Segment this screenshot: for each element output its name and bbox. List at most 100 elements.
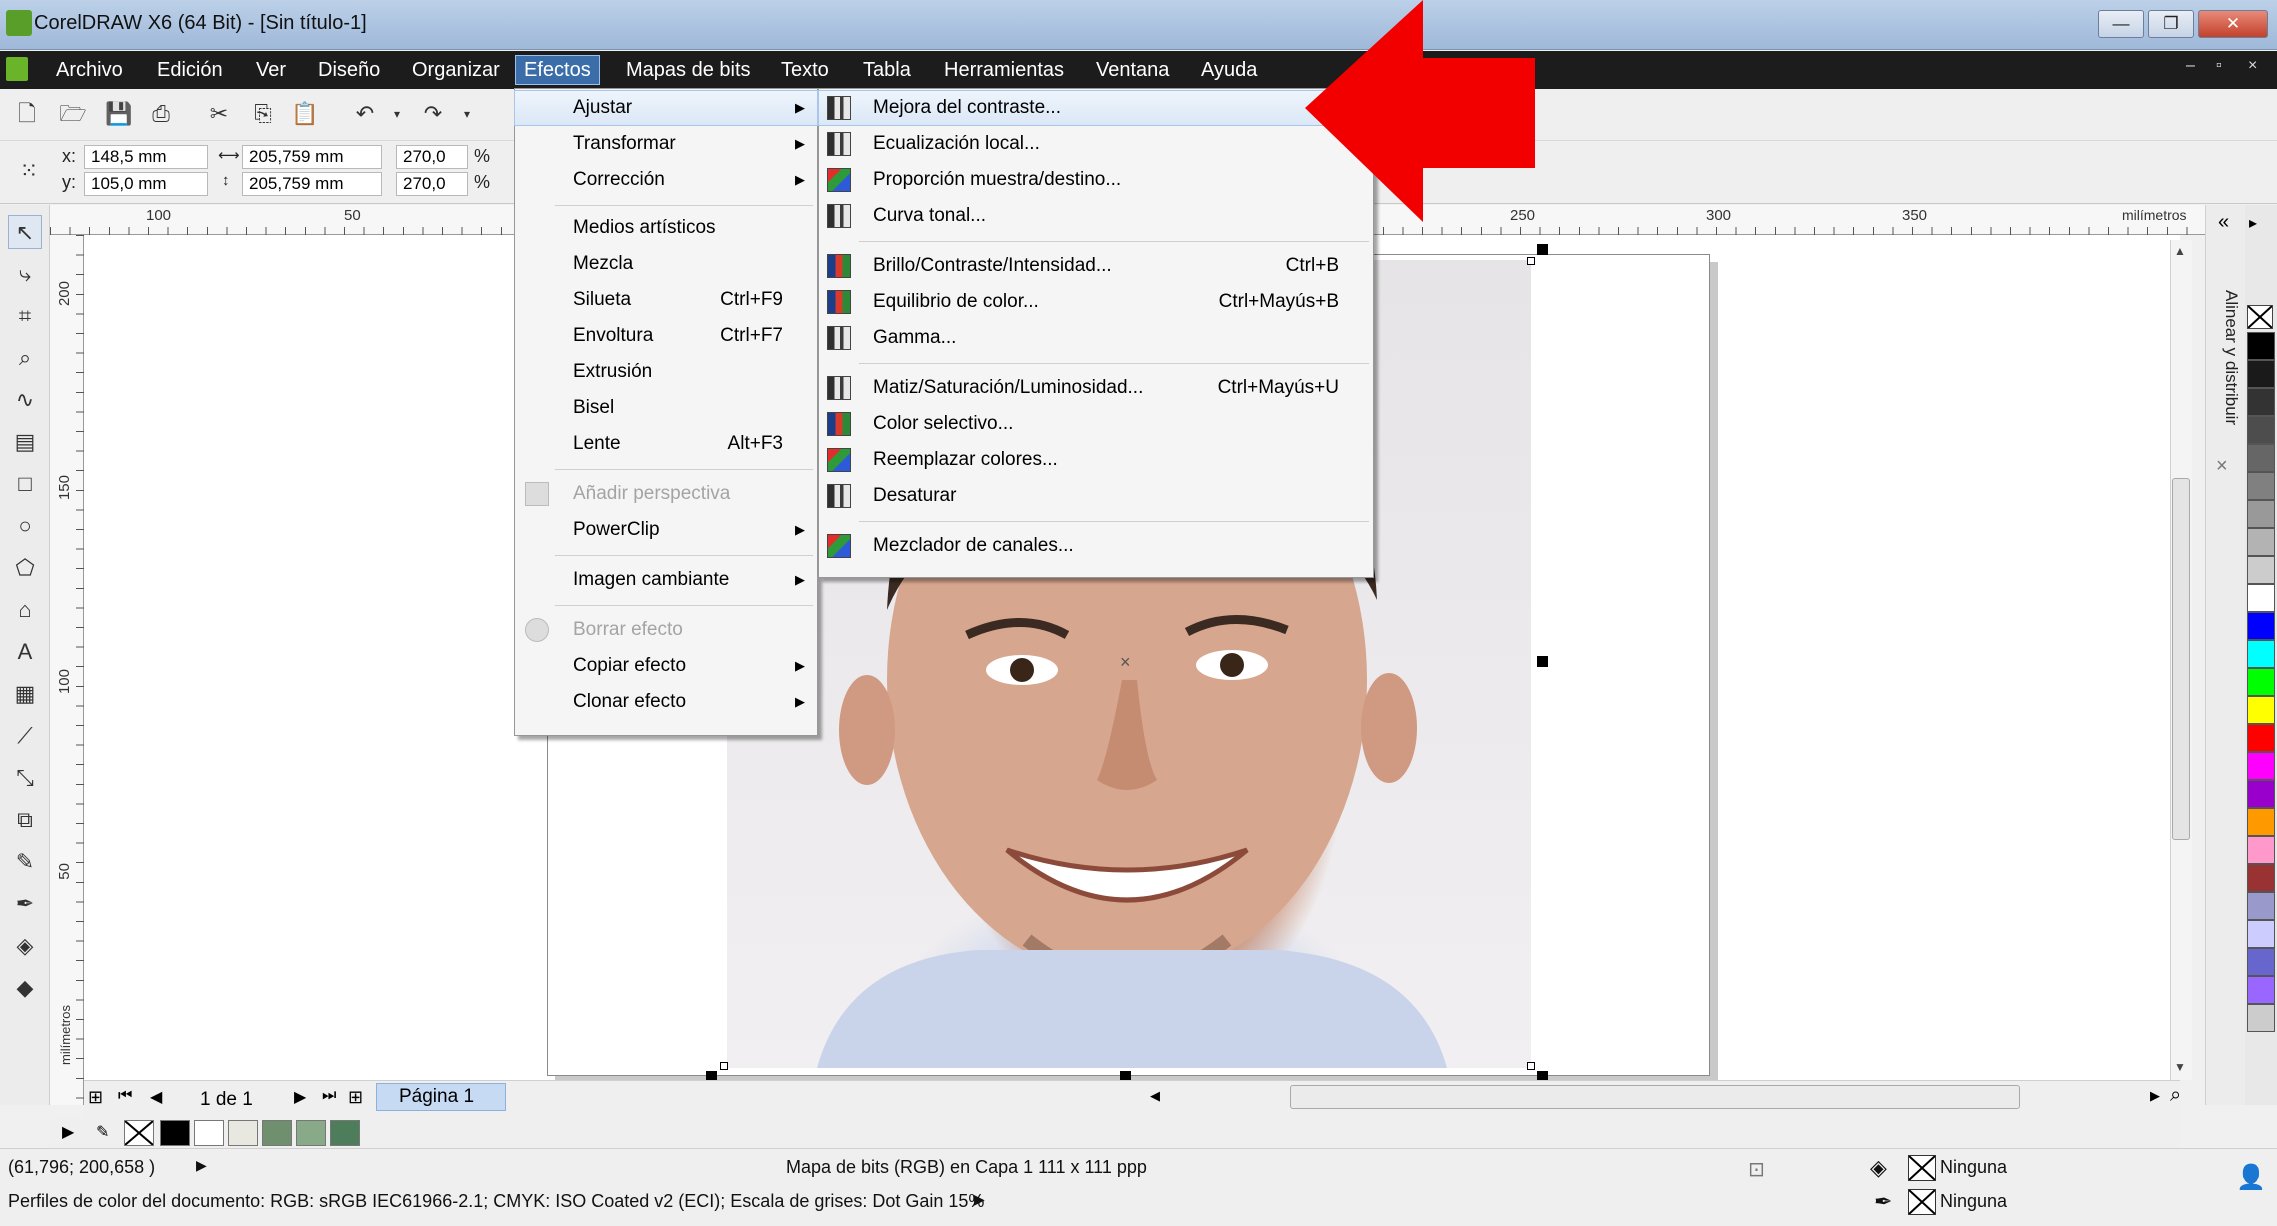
menu-item-mezclador-de-canales[interactable]: Mezclador de canales...: [819, 529, 1373, 563]
menu-ayuda[interactable]: Ayuda: [1193, 56, 1265, 84]
user-account-icon[interactable]: 👤: [2236, 1163, 2266, 1192]
dimension-tool-icon[interactable]: ⟋: [8, 719, 42, 753]
mdi-close-button[interactable]: ×: [2248, 57, 2257, 75]
palette-scroll-up-icon[interactable]: ▸: [2249, 213, 2257, 233]
eyedropper-tool-icon[interactable]: ✎: [8, 845, 42, 879]
add-page-after-icon[interactable]: ⊞: [348, 1087, 363, 1108]
menu-item-lente[interactable]: Lente Alt+F3: [515, 427, 817, 461]
palette-swatch[interactable]: [2247, 612, 2275, 640]
menu-item-extrusion[interactable]: Extrusión: [515, 355, 817, 389]
selection-corner-node[interactable]: [1527, 257, 1535, 265]
palette-swatch[interactable]: [2247, 500, 2275, 528]
fill-swatch[interactable]: [1908, 1155, 1936, 1181]
pick-tool-icon[interactable]: ↖: [8, 215, 42, 249]
selection-handle[interactable]: [1537, 656, 1548, 667]
menu-tabla[interactable]: Tabla: [855, 56, 919, 84]
palette-swatch[interactable]: [2247, 528, 2275, 556]
y-position-field[interactable]: 105,0 mm: [84, 172, 208, 196]
palette-swatch[interactable]: [2247, 752, 2275, 780]
last-page-icon[interactable]: ⏭: [322, 1087, 336, 1105]
vertical-scroll-thumb[interactable]: [2172, 478, 2190, 840]
menu-item-gamma[interactable]: Gamma...: [819, 321, 1373, 355]
horizontal-scroll-thumb[interactable]: [1290, 1085, 2020, 1109]
menu-item-clonar-efecto[interactable]: Clonar efecto ▶: [515, 685, 817, 719]
menu-item-powerclip[interactable]: PowerClip ▶: [515, 513, 817, 547]
menu-item-ecualizacion-local[interactable]: Ecualización local...: [819, 127, 1373, 161]
width-field[interactable]: 205,759 mm: [242, 145, 382, 169]
rectangle-tool-icon[interactable]: □: [8, 467, 42, 501]
menu-item-brillo-contraste[interactable]: Brillo/Contraste/Intensidad... Ctrl+B: [819, 249, 1373, 283]
smart-fill-tool-icon[interactable]: ▤: [8, 425, 42, 459]
palette-swatch[interactable]: [2247, 668, 2275, 696]
align-distribute-tab[interactable]: Alinear y distribuir: [2201, 290, 2241, 460]
interactive-fill-tool-icon[interactable]: ◆: [8, 971, 42, 1005]
selection-corner-node[interactable]: [1527, 1062, 1535, 1070]
scroll-right-arrow-icon[interactable]: ▶: [2150, 1088, 2160, 1104]
next-page-icon[interactable]: ▶: [294, 1087, 306, 1107]
scroll-down-arrow-icon[interactable]: ▼: [2174, 1060, 2186, 1074]
menu-organizar[interactable]: Organizar: [404, 56, 508, 84]
minimize-button[interactable]: —: [2098, 10, 2144, 38]
menu-efectos[interactable]: Efectos: [515, 55, 600, 85]
basic-shapes-tool-icon[interactable]: ⌂: [8, 593, 42, 627]
document-swatch[interactable]: [262, 1120, 292, 1146]
menu-archivo[interactable]: Archivo: [48, 56, 131, 84]
close-button[interactable]: ✕: [2198, 10, 2268, 38]
menu-item-copiar-efecto[interactable]: Copiar efecto ▶: [515, 649, 817, 683]
outline-swatch[interactable]: [1908, 1189, 1936, 1215]
menu-item-medios-artisticos[interactable]: Medios artísticos: [515, 211, 817, 245]
table-tool-icon[interactable]: ▦: [8, 677, 42, 711]
text-tool-icon[interactable]: A: [8, 635, 42, 669]
no-fill-swatch[interactable]: [2247, 305, 2273, 329]
menu-item-mejora-del-contraste[interactable]: Mejora del contraste...: [818, 90, 1374, 126]
selection-handle[interactable]: [1537, 244, 1548, 255]
maximize-button[interactable]: ❐: [2148, 10, 2194, 38]
scale-width-field[interactable]: 270,0: [396, 145, 468, 169]
page-tab[interactable]: Página 1: [376, 1083, 506, 1111]
menu-item-ajustar[interactable]: Ajustar ▶: [514, 90, 818, 126]
palette-eyedropper-icon[interactable]: ✎: [96, 1122, 109, 1142]
menu-item-bisel[interactable]: Bisel: [515, 391, 817, 425]
palette-swatch[interactable]: [2247, 780, 2275, 808]
open-folder-icon[interactable]: 🗁: [58, 99, 88, 129]
palette-swatch[interactable]: [2247, 696, 2275, 724]
menu-item-silueta[interactable]: Silueta Ctrl+F9: [515, 283, 817, 317]
palette-swatch[interactable]: [2247, 892, 2275, 920]
paste-icon[interactable]: 📋: [290, 99, 320, 129]
menu-item-equilibrio-de-color[interactable]: Equilibrio de color... Ctrl+Mayús+B: [819, 285, 1373, 319]
menu-item-envoltura[interactable]: Envoltura Ctrl+F7: [515, 319, 817, 353]
document-swatch[interactable]: [330, 1120, 360, 1146]
palette-swatch[interactable]: [2247, 332, 2275, 360]
zoom-navigator-icon[interactable]: ⌕: [2170, 1084, 2181, 1107]
new-document-icon[interactable]: 🗋: [12, 99, 42, 129]
menu-item-matiz-saturacion[interactable]: Matiz/Saturación/Luminosidad... Ctrl+Mayú…: [819, 371, 1373, 405]
zoom-tool-icon[interactable]: ⌕: [8, 341, 42, 375]
palette-swatch[interactable]: [2247, 864, 2275, 892]
palette-swatch[interactable]: [2247, 808, 2275, 836]
scroll-left-arrow-icon[interactable]: ◀: [1150, 1088, 1160, 1104]
document-swatch[interactable]: [194, 1120, 224, 1146]
add-page-icon[interactable]: ⊞: [88, 1087, 103, 1108]
polygon-tool-icon[interactable]: ⬠: [8, 551, 42, 585]
undo-icon[interactable]: ↶: [350, 99, 380, 129]
menu-item-color-selectivo[interactable]: Color selectivo...: [819, 407, 1373, 441]
previous-page-icon[interactable]: ◀: [150, 1087, 162, 1107]
menu-item-proporcion-muestra[interactable]: Proporción muestra/destino...: [819, 163, 1373, 197]
menu-item-correccion[interactable]: Corrección ▶: [515, 163, 817, 197]
palette-swatch[interactable]: [2247, 444, 2275, 472]
profiles-arrow-icon[interactable]: ▶: [974, 1191, 985, 1208]
palette-swatch[interactable]: [2247, 388, 2275, 416]
document-swatch[interactable]: [160, 1120, 190, 1146]
palette-swatch[interactable]: [2247, 416, 2275, 444]
ellipse-tool-icon[interactable]: ○: [8, 509, 42, 543]
no-color-swatch[interactable]: [124, 1120, 154, 1146]
object-origin-icon[interactable]: ⁙: [14, 156, 44, 186]
menu-item-imagen-cambiante[interactable]: Imagen cambiante ▶: [515, 563, 817, 597]
palette-swatch[interactable]: [2247, 724, 2275, 752]
palette-swatch[interactable]: [2247, 920, 2275, 948]
palette-swatch[interactable]: [2247, 584, 2275, 612]
menu-ver[interactable]: Ver: [248, 56, 294, 84]
docker-collapse-icon[interactable]: «: [2218, 211, 2229, 234]
menu-ventana[interactable]: Ventana: [1088, 56, 1177, 84]
menu-herramientas[interactable]: Herramientas: [936, 56, 1072, 84]
